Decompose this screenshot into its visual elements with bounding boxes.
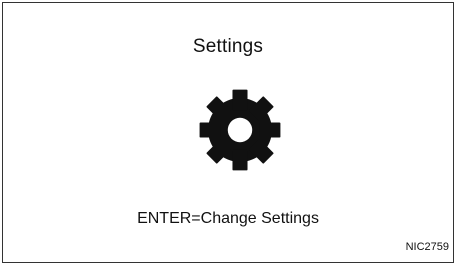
screen-title: Settings [192,36,264,57]
settings-screen: Settings ENTER=Change Settings NIC2759 [2,2,454,263]
enter-instruction: ENTER=Change Settings [137,210,319,227]
figure-code: NIC2759 [405,241,449,253]
gear-icon [193,83,287,177]
